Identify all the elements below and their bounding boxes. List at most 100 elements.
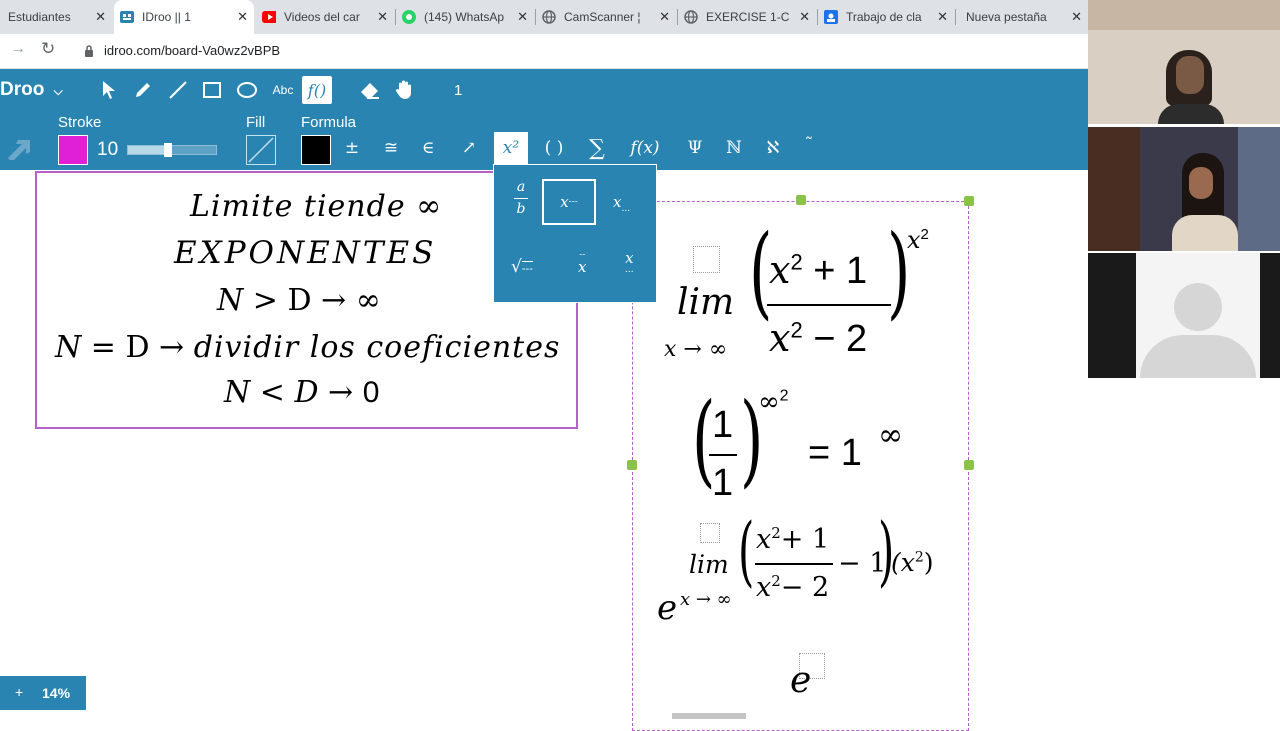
times-x-squared: (x2) [891, 548, 934, 577]
classroom-icon [824, 10, 838, 24]
close-icon[interactable]: ✕ [517, 9, 528, 25]
function-symbol[interactable]: f(x) [626, 132, 664, 164]
notes-text: > D → ∞ [252, 283, 381, 318]
subscript-template[interactable]: x... [613, 193, 630, 214]
tab-idroo[interactable]: IDroo || 1 ✕ [114, 0, 254, 34]
tab-classroom[interactable]: Trabajo de cla ✕ [818, 0, 954, 34]
youtube-icon [262, 10, 276, 24]
outer-exponent: x2 [907, 226, 929, 255]
fraction-bar [755, 563, 833, 565]
stroke-width-slider[interactable] [127, 143, 217, 157]
zoom-in-button[interactable]: + [15, 684, 23, 700]
rectangle-tool[interactable] [199, 77, 225, 103]
pen-tool[interactable] [130, 77, 156, 103]
reload-icon[interactable]: ↻ [41, 39, 55, 59]
e-lim-subscript: x → ∞ [680, 589, 732, 610]
no-fill-icon [248, 137, 274, 163]
fraction-bar [709, 454, 737, 456]
close-icon[interactable]: ✕ [799, 9, 810, 25]
placeholder-box[interactable] [700, 523, 720, 543]
notes-text: 0 [362, 376, 380, 409]
avatar [1136, 253, 1260, 378]
tab-nueva[interactable]: Nueva pestaña ✕ [956, 0, 1088, 34]
line-tool[interactable] [165, 77, 191, 103]
pointer-tool[interactable] [96, 77, 122, 103]
notes-var-n: N [217, 283, 244, 318]
element-of-symbol[interactable]: ∈ [418, 132, 438, 164]
psi-symbol[interactable]: Ψ [684, 132, 706, 164]
resize-handle-top-right[interactable] [964, 196, 974, 206]
square-root-template[interactable]: √--- [511, 257, 533, 277]
underset-template[interactable]: x... [625, 251, 634, 275]
aleph-symbol[interactable]: ℵ [762, 132, 784, 164]
tab-estudiantes[interactable]: Estudiantes ✕ [0, 0, 112, 34]
brand-menu[interactable]: Droo ⌵ [0, 79, 63, 101]
slider-handle[interactable] [163, 143, 172, 157]
close-icon[interactable]: ✕ [1071, 9, 1082, 25]
ellipse-tool[interactable] [234, 77, 260, 103]
math-text: − 2 [780, 572, 830, 603]
stroke-width-value: 10 [97, 139, 119, 160]
ellipse-icon [237, 82, 257, 98]
arrow-tool[interactable] [6, 138, 32, 165]
page-number[interactable]: 1 [454, 82, 462, 99]
naturals-symbol[interactable]: ℕ [723, 132, 745, 164]
math-exp: 2 [920, 226, 929, 243]
e-fraction-denominator: x2− 2 [756, 572, 829, 603]
notes-line-3: N > D → ∞ [217, 283, 381, 318]
participant-video-3[interactable] [1088, 253, 1280, 378]
formula-tool[interactable]: f() [302, 76, 332, 104]
resize-handle-right[interactable] [964, 460, 974, 470]
lock-icon[interactable] [84, 44, 94, 62]
hand-tool[interactable] [392, 77, 418, 103]
close-icon[interactable]: ✕ [95, 9, 106, 25]
close-icon[interactable]: ✕ [937, 9, 948, 25]
plus-minus-symbol[interactable]: ± [343, 132, 361, 164]
math-exp: 2 [914, 549, 924, 566]
superscript-template[interactable]: x --- [542, 179, 596, 225]
app-toolbar: Droo ⌵ Abc f() 1 Stroke Fill Formula 10 [0, 69, 1088, 170]
forward-icon[interactable]: → [10, 40, 26, 58]
fraction-template[interactable]: ab [514, 179, 528, 218]
math-var: x [756, 572, 772, 603]
tab-videos[interactable]: Videos del car ✕ [256, 0, 394, 34]
url-field[interactable]: idroo.com/board-Va0wz2vBPB [104, 43, 280, 58]
parentheses-symbol[interactable]: ( ) [541, 132, 567, 164]
overset-template[interactable]: -- x [578, 251, 586, 275]
math-exp: 2 [779, 387, 789, 405]
congruent-symbol[interactable]: ≅ [380, 132, 402, 164]
tab-label: Videos del car [284, 10, 360, 24]
notes-text: N < D → [224, 375, 354, 410]
tilde-symbol[interactable]: ˜ [800, 129, 818, 161]
resize-handle-left[interactable] [627, 460, 637, 470]
resize-handle-top[interactable] [796, 195, 806, 205]
arrow-symbol[interactable]: ↗ [457, 132, 481, 164]
close-icon[interactable]: ✕ [237, 9, 248, 25]
fill-color-swatch[interactable] [246, 135, 276, 165]
sum-symbol[interactable]: ∑ [585, 132, 609, 164]
notes-var-n: N [55, 330, 82, 365]
eraser-tool[interactable] [357, 77, 383, 103]
formula-color-swatch[interactable] [301, 135, 331, 165]
cursor-icon [103, 81, 115, 99]
notes-line-2: EXPONENTES [174, 235, 437, 271]
stroke-color-swatch[interactable] [58, 135, 88, 165]
math-text: + 1 [813, 250, 868, 292]
text-tool[interactable]: Abc [269, 77, 297, 103]
tab-label: Nueva pestaña [966, 10, 1047, 24]
placeholder-box[interactable] [693, 246, 720, 273]
close-icon[interactable]: ✕ [659, 9, 670, 25]
close-icon[interactable]: ✕ [377, 9, 388, 25]
left-paren: ( [738, 506, 755, 595]
tab-label: Estudiantes [8, 10, 71, 24]
fraction-bar [767, 304, 891, 306]
tab-exercise[interactable]: EXERCISE 1-C ✕ [678, 0, 816, 34]
participant-video-2[interactable] [1088, 127, 1280, 251]
tab-whatsapp[interactable]: (145) WhatsAp ✕ [396, 0, 534, 34]
text-tool-label: Abc [272, 83, 294, 97]
tab-camscanner[interactable]: CamScanner ¦ ✕ [536, 0, 676, 34]
horizontal-scrollbar[interactable] [672, 713, 746, 719]
superscript-symbol[interactable]: x² [494, 132, 528, 164]
zoom-level[interactable]: 14% [42, 685, 70, 701]
participant-video-1[interactable] [1088, 0, 1280, 124]
